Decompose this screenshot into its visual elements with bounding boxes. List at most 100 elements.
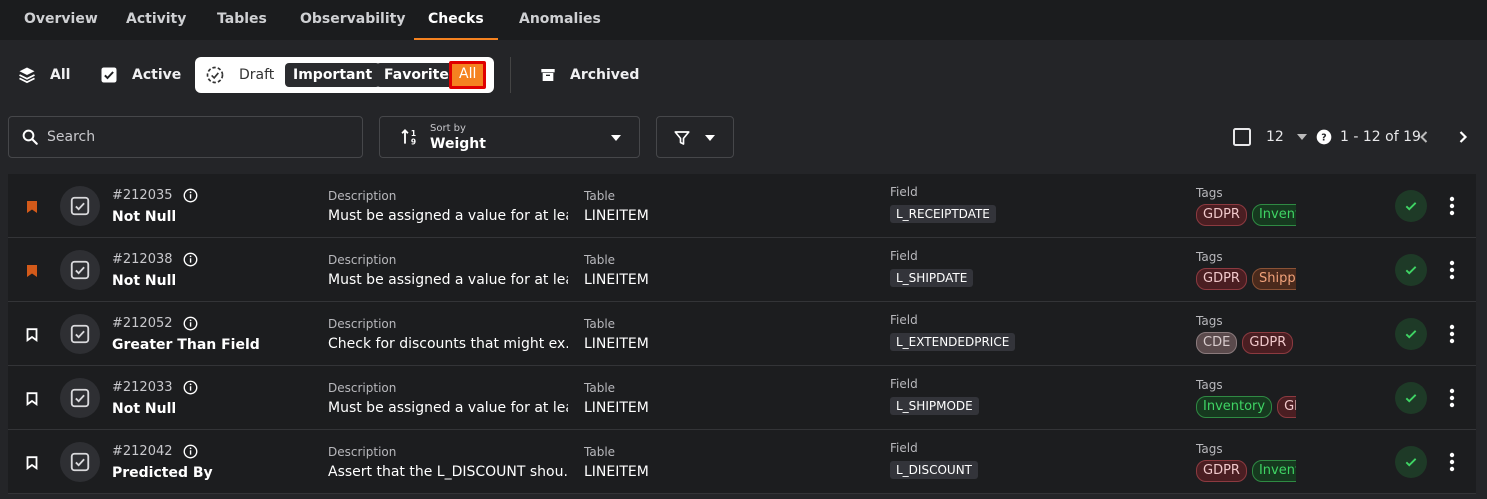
more-options-icon[interactable] bbox=[1445, 260, 1459, 284]
filter-draft[interactable]: Draft bbox=[239, 63, 274, 87]
select-all-checkbox[interactable] bbox=[1233, 116, 1251, 158]
tag-badge: GDPR bbox=[1242, 332, 1294, 354]
check-type-icon bbox=[60, 378, 100, 418]
filter-status-all[interactable]: All bbox=[449, 61, 487, 89]
bookmark-filled-icon[interactable] bbox=[26, 263, 38, 282]
info-icon[interactable] bbox=[183, 316, 198, 331]
check-id: #212052 bbox=[112, 316, 198, 331]
sort-by-value: Weight bbox=[430, 136, 486, 152]
filter-button[interactable] bbox=[656, 116, 734, 158]
check-id-text: #212052 bbox=[112, 316, 173, 331]
more-options-icon[interactable] bbox=[1445, 388, 1459, 412]
chevron-right-icon bbox=[1459, 131, 1468, 143]
table-value: LINEITEM bbox=[584, 464, 649, 480]
field-label: Field bbox=[890, 313, 918, 327]
status-filter-group: Draft Important Favorite All bbox=[195, 57, 494, 93]
check-id: #212033 bbox=[112, 380, 198, 395]
tag-badge: Inventory bbox=[1196, 396, 1273, 418]
checks-list: #212035 Not Null Description Must be ass… bbox=[8, 174, 1476, 494]
more-options-icon[interactable] bbox=[1445, 324, 1459, 348]
check-row-212035[interactable]: #212035 Not Null Description Must be ass… bbox=[8, 174, 1476, 238]
check-row-212052[interactable]: #212052 Greater Than Field Description C… bbox=[8, 302, 1476, 366]
tab-activity[interactable]: Activity bbox=[126, 0, 186, 40]
check-name: Not Null bbox=[112, 209, 177, 225]
svg-text:9: 9 bbox=[411, 138, 416, 147]
archive-icon bbox=[541, 69, 555, 81]
prev-page-button[interactable] bbox=[1418, 116, 1430, 158]
check-type-icon bbox=[60, 186, 100, 226]
description-label: Description bbox=[328, 381, 397, 395]
description-label: Description bbox=[328, 189, 397, 203]
check-id-text: #212042 bbox=[112, 444, 173, 459]
search-icon bbox=[22, 129, 38, 145]
check-name: Not Null bbox=[112, 401, 177, 417]
tags-label: Tags bbox=[1196, 250, 1223, 264]
check-row-212038[interactable]: #212038 Not Null Description Must be ass… bbox=[8, 238, 1476, 302]
page-size-value: 12 bbox=[1266, 129, 1284, 145]
more-options-icon[interactable] bbox=[1445, 452, 1459, 476]
search-input[interactable] bbox=[47, 129, 347, 145]
tag-list: CDE GDPR bbox=[1196, 332, 1296, 354]
tab-tables[interactable]: Tables bbox=[217, 0, 267, 40]
tag-badge: CDE bbox=[1196, 332, 1238, 354]
check-row-212042[interactable]: #212042 Predicted By Description Assert … bbox=[8, 430, 1476, 494]
filter-active-label: Active bbox=[132, 67, 182, 83]
bookmark-outline-icon[interactable] bbox=[26, 327, 38, 346]
page-size-select[interactable]: 12 bbox=[1266, 116, 1308, 158]
tag-list: GDPRInventory bbox=[1196, 460, 1296, 482]
field-label: Field bbox=[890, 441, 918, 455]
info-icon[interactable] bbox=[183, 252, 198, 267]
filter-active[interactable]: Active bbox=[100, 54, 181, 96]
checks-toolbar: 19 Sort by Weight 12 ? 1 - 12 of 19 bbox=[0, 116, 1487, 158]
chevron-left-icon bbox=[1420, 131, 1428, 143]
field-chip: L_EXTENDEDPRICE bbox=[890, 333, 1016, 351]
description-value: Must be assigned a value for at lea... bbox=[328, 208, 568, 224]
filter-archived[interactable]: Archived bbox=[540, 54, 639, 96]
bookmark-filled-icon[interactable] bbox=[26, 199, 38, 218]
table-label: Table bbox=[584, 189, 616, 203]
description-value: Must be assigned a value for at lea... bbox=[328, 400, 568, 416]
table-label: Table bbox=[584, 381, 616, 395]
table-label: Table bbox=[584, 445, 616, 459]
passed-status-icon bbox=[1395, 382, 1427, 414]
caret-down-icon bbox=[611, 135, 621, 141]
description-label: Description bbox=[328, 253, 397, 267]
passed-status-icon bbox=[1395, 254, 1427, 286]
info-icon[interactable] bbox=[183, 380, 198, 395]
check-type-icon bbox=[60, 442, 100, 482]
table-label: Table bbox=[584, 253, 616, 267]
tab-observability[interactable]: Observability bbox=[300, 0, 405, 40]
tag-badge: GDPR bbox=[1277, 396, 1296, 418]
field-label: Field bbox=[890, 377, 918, 391]
tags-label: Tags bbox=[1196, 378, 1223, 392]
bookmark-outline-icon[interactable] bbox=[26, 391, 38, 410]
check-name: Greater Than Field bbox=[112, 337, 260, 353]
tab-checks[interactable]: Checks bbox=[414, 0, 498, 40]
check-id-text: #212038 bbox=[112, 252, 173, 267]
sort-by-select[interactable]: 19 Sort by Weight bbox=[379, 116, 640, 158]
more-options-icon[interactable] bbox=[1445, 196, 1459, 220]
tag-badge: Shipping bbox=[1251, 268, 1296, 290]
table-value: LINEITEM bbox=[584, 208, 649, 224]
tag-list: InventoryGDPR bbox=[1196, 396, 1296, 418]
info-icon[interactable] bbox=[183, 444, 198, 459]
tag-badge: Inventory bbox=[1251, 204, 1296, 226]
tab-anomalies[interactable]: Anomalies bbox=[519, 0, 601, 40]
info-icon[interactable] bbox=[183, 188, 198, 203]
tag-badge: GDPR bbox=[1196, 204, 1247, 226]
tab-overview[interactable]: Overview bbox=[24, 0, 98, 40]
check-type-icon bbox=[60, 314, 100, 354]
bookmark-outline-icon[interactable] bbox=[26, 455, 38, 474]
caret-down-icon bbox=[705, 135, 715, 141]
filter-favorite[interactable]: Favorite bbox=[376, 63, 457, 87]
check-name: Predicted By bbox=[112, 465, 213, 481]
check-row-212033[interactable]: #212033 Not Null Description Must be ass… bbox=[8, 366, 1476, 430]
filter-important[interactable]: Important bbox=[285, 63, 381, 87]
next-page-button[interactable] bbox=[1457, 116, 1469, 158]
filter-all[interactable]: All bbox=[18, 54, 70, 96]
top-nav: Overview Activity Tables Observability C… bbox=[0, 0, 1487, 40]
page-range-text: 1 - 12 of 19 bbox=[1340, 129, 1421, 145]
table-label: Table bbox=[584, 317, 616, 331]
check-name: Not Null bbox=[112, 273, 177, 289]
passed-status-icon bbox=[1395, 446, 1427, 478]
